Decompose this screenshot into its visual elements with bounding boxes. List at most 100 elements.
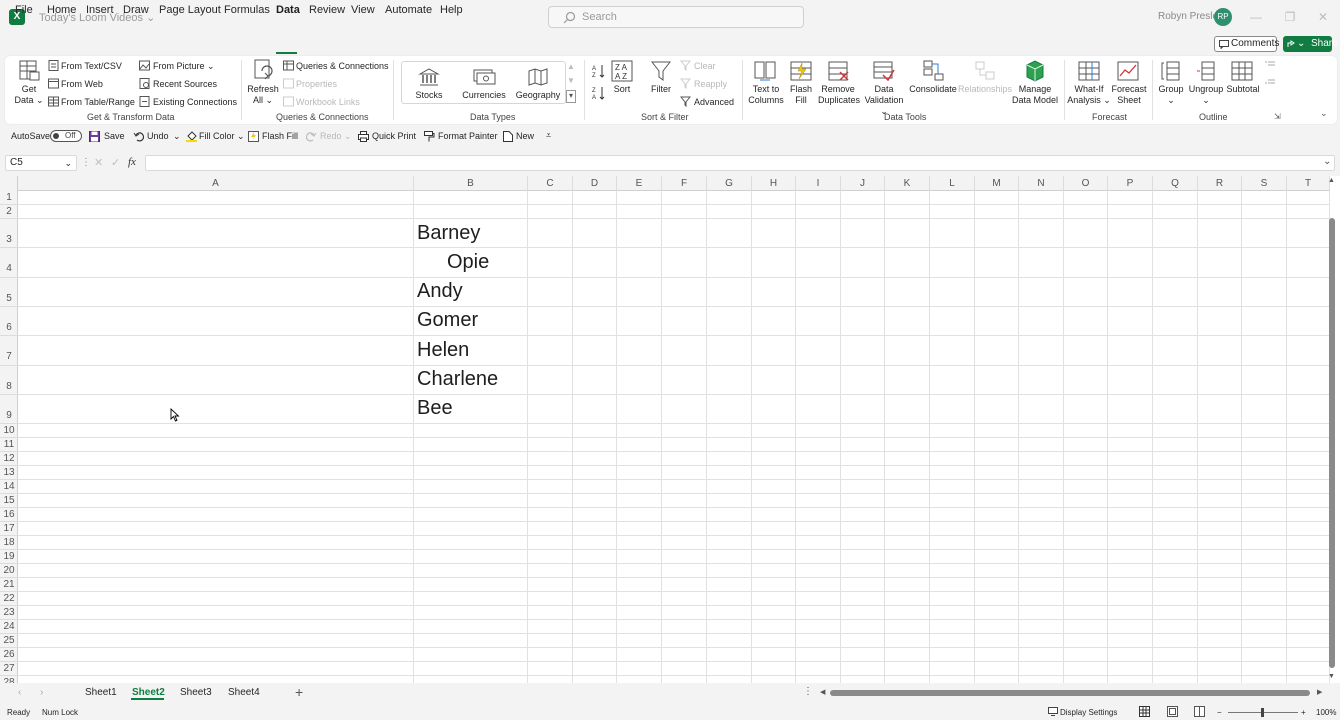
name-box[interactable]: C5 ⌄ bbox=[5, 155, 77, 171]
row-header-12[interactable]: 12 bbox=[0, 452, 18, 466]
zoom-slider-thumb[interactable] bbox=[1261, 708, 1264, 717]
from-picture-button[interactable]: From Picture ⌄ bbox=[153, 61, 215, 72]
next-sheet-icon[interactable]: › bbox=[40, 687, 43, 698]
row-header-15[interactable]: 15 bbox=[0, 494, 18, 508]
sheet-tab-sheet4[interactable]: Sheet4 bbox=[228, 687, 260, 698]
column-header-e[interactable]: E bbox=[617, 176, 662, 191]
refresh-all-button[interactable]: Refresh All ⌄ bbox=[245, 84, 281, 106]
page-layout-view-icon[interactable] bbox=[1167, 706, 1178, 717]
row-header-16[interactable]: 16 bbox=[0, 508, 18, 522]
cancel-entry-icon[interactable]: ✕ bbox=[94, 156, 103, 169]
customize-toolbar-icon[interactable]: ⩡ bbox=[546, 130, 551, 141]
column-header-o[interactable]: O bbox=[1064, 176, 1108, 191]
from-table-range-button[interactable]: From Table/Range bbox=[61, 97, 135, 107]
row-header-3[interactable]: 3 bbox=[0, 219, 18, 248]
tab-insert[interactable]: Insert bbox=[86, 4, 114, 16]
redo-button[interactable]: Redo bbox=[320, 131, 342, 141]
collapse-ribbon-icon[interactable]: ⌄ bbox=[1320, 108, 1328, 119]
close-icon[interactable]: ✕ bbox=[1315, 9, 1331, 25]
cell-b-3[interactable]: Barney bbox=[417, 222, 480, 245]
column-header-n[interactable]: N bbox=[1019, 176, 1064, 191]
column-header-s[interactable]: S bbox=[1242, 176, 1287, 191]
clear-button[interactable]: Clear bbox=[694, 61, 716, 71]
insert-function-icon[interactable]: fx bbox=[128, 156, 136, 168]
new-button[interactable]: New bbox=[516, 131, 534, 141]
tab-file[interactable]: File bbox=[15, 4, 33, 16]
flash-fill-button[interactable]: Flash Fill bbox=[786, 84, 816, 106]
geography-button[interactable]: Geography bbox=[514, 90, 562, 101]
row-header-14[interactable]: 14 bbox=[0, 480, 18, 494]
row-header-23[interactable]: 23 bbox=[0, 606, 18, 620]
row-header-10[interactable]: 10 bbox=[0, 424, 18, 438]
workbook-links-button[interactable]: Workbook Links bbox=[296, 97, 360, 107]
row-header-13[interactable]: 13 bbox=[0, 466, 18, 480]
row-header-24[interactable]: 24 bbox=[0, 620, 18, 634]
gallery-expand-icon[interactable]: ▾ bbox=[566, 90, 576, 103]
tab-home[interactable]: Home bbox=[47, 4, 76, 16]
existing-connections-button[interactable]: Existing Connections bbox=[153, 97, 237, 107]
display-settings-button[interactable]: Display Settings bbox=[1060, 708, 1117, 717]
tab-automate[interactable]: Automate bbox=[385, 4, 432, 16]
gallery-scroll-down-icon[interactable]: ▼ bbox=[566, 76, 576, 89]
previous-sheet-icon[interactable]: ‹ bbox=[18, 687, 21, 698]
formula-input[interactable] bbox=[145, 155, 1335, 171]
stocks-button[interactable]: Stocks bbox=[409, 90, 449, 101]
row-header-26[interactable]: 26 bbox=[0, 648, 18, 662]
what-if-analysis-button[interactable]: What-If Analysis ⌄ bbox=[1066, 84, 1112, 106]
zoom-in-icon[interactable]: + bbox=[1301, 708, 1306, 717]
row-header-17[interactable]: 17 bbox=[0, 522, 18, 536]
from-web-button[interactable]: From Web bbox=[61, 79, 103, 89]
consolidate-button[interactable]: Consolidate bbox=[908, 84, 958, 95]
row-header-27[interactable]: 27 bbox=[0, 662, 18, 676]
select-all-corner[interactable] bbox=[0, 176, 18, 191]
cell-b-5[interactable]: Andy bbox=[417, 280, 463, 303]
row-header-5[interactable]: 5 bbox=[0, 278, 18, 307]
flash-fill-qa-button[interactable]: Flash Fill bbox=[262, 131, 298, 141]
sheet-tab-sheet3[interactable]: Sheet3 bbox=[180, 687, 212, 698]
column-header-r[interactable]: R bbox=[1198, 176, 1242, 191]
filter-button[interactable]: Filter bbox=[646, 84, 676, 95]
row-header-8[interactable]: 8 bbox=[0, 366, 18, 395]
column-header-f[interactable]: F bbox=[662, 176, 707, 191]
new-sheet-icon[interactable]: + bbox=[295, 684, 303, 700]
column-header-l[interactable]: L bbox=[930, 176, 975, 191]
confirm-entry-icon[interactable]: ✓ bbox=[111, 156, 120, 169]
row-header-19[interactable]: 19 bbox=[0, 550, 18, 564]
minimize-icon[interactable]: — bbox=[1248, 9, 1264, 25]
row-header-1[interactable]: 1 bbox=[0, 191, 18, 205]
scroll-left-arrow-icon[interactable]: ◀ bbox=[820, 688, 825, 696]
cell-b-9[interactable]: Bee bbox=[417, 397, 453, 420]
scroll-down-arrow-icon[interactable]: ▼ bbox=[1328, 673, 1335, 680]
tab-review[interactable]: Review bbox=[309, 4, 345, 16]
normal-view-icon[interactable] bbox=[1139, 706, 1150, 717]
row-header-11[interactable]: 11 bbox=[0, 438, 18, 452]
properties-button[interactable]: Properties bbox=[296, 79, 337, 89]
manage-data-model-button[interactable]: Manage Data Model bbox=[1010, 84, 1060, 106]
from-text-csv-button[interactable]: From Text/CSV bbox=[61, 61, 122, 71]
cell-b-6[interactable]: Gomer bbox=[417, 309, 478, 332]
format-painter-button[interactable]: Format Painter bbox=[438, 131, 498, 141]
column-header-t[interactable]: T bbox=[1287, 176, 1330, 191]
tab-data[interactable]: Data bbox=[276, 4, 300, 16]
column-header-i[interactable]: I bbox=[796, 176, 841, 191]
ungroup-button[interactable]: Ungroup ⌄ bbox=[1186, 84, 1226, 106]
vertical-scroll-thumb[interactable] bbox=[1329, 218, 1335, 668]
gallery-scroll-up-icon[interactable]: ▲ bbox=[566, 62, 576, 75]
recent-sources-button[interactable]: Recent Sources bbox=[153, 79, 217, 89]
row-header-7[interactable]: 7 bbox=[0, 336, 18, 366]
column-header-m[interactable]: M bbox=[975, 176, 1019, 191]
text-to-columns-button[interactable]: Text to Columns bbox=[748, 84, 784, 106]
row-header-6[interactable]: 6 bbox=[0, 307, 18, 336]
spreadsheet-grid[interactable]: ABCDEFGHIJKLMNOPQRST 1 2 3 4 5 6 7 8 9 10 11 12 13 14… bbox=[0, 176, 1340, 683]
row-header-28[interactable]: 28 bbox=[0, 676, 18, 683]
horizontal-scroll-thumb[interactable] bbox=[830, 690, 1310, 696]
zoom-out-icon[interactable]: − bbox=[1217, 708, 1222, 717]
tab-formulas[interactable]: Formulas bbox=[224, 4, 270, 16]
row-header-4[interactable]: 4 bbox=[0, 248, 18, 278]
tab-split-grip-icon[interactable]: ⋮ bbox=[803, 686, 813, 697]
undo-dropdown-icon[interactable]: ⌄ bbox=[173, 131, 181, 142]
column-header-p[interactable]: P bbox=[1108, 176, 1153, 191]
page-break-view-icon[interactable] bbox=[1194, 706, 1205, 717]
row-header-2[interactable]: 2 bbox=[0, 205, 18, 219]
tab-page-layout[interactable]: Page Layout bbox=[159, 4, 221, 16]
